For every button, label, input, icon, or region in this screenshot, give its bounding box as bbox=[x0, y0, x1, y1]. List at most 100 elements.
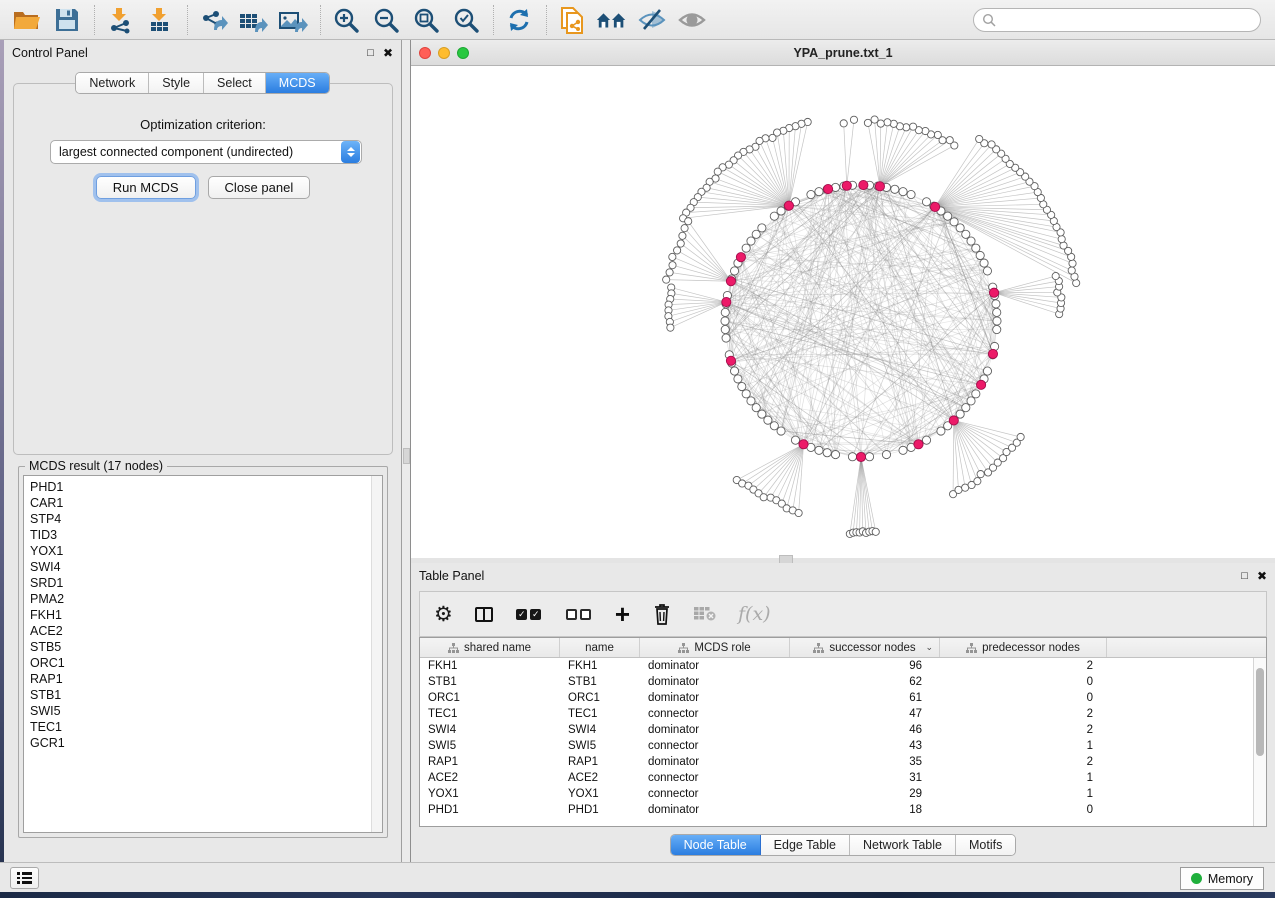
tab-style[interactable]: Style bbox=[149, 73, 204, 93]
leaf-node[interactable] bbox=[714, 168, 721, 175]
deselect-all-icon[interactable] bbox=[565, 599, 593, 629]
cell-predecessor_nodes[interactable]: 2 bbox=[940, 754, 1107, 770]
mcds-hub-node[interactable] bbox=[726, 277, 735, 286]
ring-node[interactable] bbox=[993, 325, 1001, 333]
cell-predecessor_nodes[interactable]: 0 bbox=[940, 674, 1107, 690]
mcds-result-item[interactable]: RAP1 bbox=[30, 671, 382, 687]
cell-predecessor_nodes[interactable]: 1 bbox=[940, 786, 1107, 802]
cell-successor_nodes[interactable]: 29 bbox=[790, 786, 940, 802]
leaf-node[interactable] bbox=[669, 262, 676, 269]
show-columns-icon[interactable] bbox=[475, 599, 493, 629]
ring-node[interactable] bbox=[721, 308, 729, 316]
cell-name[interactable]: PHD1 bbox=[560, 802, 640, 818]
ring-node[interactable] bbox=[980, 259, 988, 267]
leaf-node[interactable] bbox=[871, 116, 878, 123]
ring-node[interactable] bbox=[742, 390, 750, 398]
ring-node[interactable] bbox=[747, 237, 755, 245]
tab-network-table[interactable]: Network Table bbox=[850, 835, 956, 855]
leaf-node[interactable] bbox=[674, 247, 681, 254]
ring-node[interactable] bbox=[742, 244, 750, 252]
import-network-icon[interactable] bbox=[103, 4, 137, 36]
cell-mcds_role[interactable]: dominator bbox=[640, 754, 790, 770]
cell-mcds_role[interactable]: dominator bbox=[640, 690, 790, 706]
cell-name[interactable]: SWI5 bbox=[560, 738, 640, 754]
ring-node[interactable] bbox=[992, 300, 1000, 308]
table-row[interactable]: FKH1FKH1dominator962 bbox=[420, 658, 1266, 674]
export-network-icon[interactable] bbox=[196, 4, 230, 36]
mcds-list-scrollbar[interactable] bbox=[371, 476, 382, 832]
leaf-node[interactable] bbox=[1068, 267, 1075, 274]
mcds-hub-node[interactable] bbox=[930, 202, 939, 211]
cell-name[interactable]: STB1 bbox=[560, 674, 640, 690]
ring-node[interactable] bbox=[976, 251, 984, 259]
leaf-node[interactable] bbox=[909, 123, 916, 130]
ring-node[interactable] bbox=[983, 367, 991, 375]
mcds-hub-node[interactable] bbox=[722, 297, 731, 306]
ring-node[interactable] bbox=[972, 244, 980, 252]
cell-shared_name[interactable]: PHD1 bbox=[420, 802, 560, 818]
mcds-hub-node[interactable] bbox=[988, 349, 997, 358]
leaf-node[interactable] bbox=[884, 119, 891, 126]
leaf-node[interactable] bbox=[976, 135, 983, 142]
ring-node[interactable] bbox=[831, 450, 839, 458]
cell-shared_name[interactable]: SWI4 bbox=[420, 722, 560, 738]
float-panel-icon[interactable]: □ bbox=[367, 48, 374, 59]
ring-node[interactable] bbox=[721, 317, 729, 325]
ring-node[interactable] bbox=[899, 446, 907, 454]
node-table[interactable]: shared namenameMCDS rolesuccessor nodes⌄… bbox=[419, 637, 1267, 827]
task-history-button[interactable] bbox=[10, 867, 39, 889]
leaf-node[interactable] bbox=[1069, 260, 1076, 267]
tab-network[interactable]: Network bbox=[76, 73, 149, 93]
open-file-icon[interactable] bbox=[10, 4, 44, 36]
table-row[interactable]: ORC1ORC1dominator610 bbox=[420, 690, 1266, 706]
mcds-hub-node[interactable] bbox=[799, 440, 808, 449]
ring-node[interactable] bbox=[734, 375, 742, 383]
ring-node[interactable] bbox=[967, 397, 975, 405]
search-box[interactable] bbox=[973, 8, 1261, 32]
mcds-hub-node[interactable] bbox=[736, 253, 745, 262]
cell-successor_nodes[interactable]: 47 bbox=[790, 706, 940, 722]
zoom-in-icon[interactable] bbox=[329, 4, 363, 36]
cell-mcds_role[interactable]: dominator bbox=[640, 658, 790, 674]
mcds-result-item[interactable]: ACE2 bbox=[30, 623, 382, 639]
mcds-result-item[interactable]: STB5 bbox=[30, 639, 382, 655]
table-settings-icon[interactable]: ⚙ bbox=[434, 599, 453, 629]
network-window-titlebar[interactable]: YPA_prune.txt_1 bbox=[411, 40, 1275, 66]
cell-successor_nodes[interactable]: 43 bbox=[790, 738, 940, 754]
column-header-predecessor-nodes[interactable]: predecessor nodes bbox=[940, 638, 1107, 657]
cell-predecessor_nodes[interactable]: 2 bbox=[940, 722, 1107, 738]
ring-node[interactable] bbox=[972, 390, 980, 398]
ring-node[interactable] bbox=[891, 185, 899, 193]
cell-successor_nodes[interactable]: 31 bbox=[790, 770, 940, 786]
cell-predecessor_nodes[interactable]: 0 bbox=[940, 802, 1107, 818]
table-row[interactable]: SWI4SWI4dominator462 bbox=[420, 722, 1266, 738]
cell-successor_nodes[interactable]: 62 bbox=[790, 674, 940, 690]
splitter-handle[interactable] bbox=[403, 448, 410, 464]
ring-node[interactable] bbox=[815, 446, 823, 454]
leaf-node[interactable] bbox=[685, 218, 692, 225]
cell-shared_name[interactable]: TEC1 bbox=[420, 706, 560, 722]
mcds-result-item[interactable]: GCR1 bbox=[30, 735, 382, 751]
ring-node[interactable] bbox=[907, 190, 915, 198]
leaf-node[interactable] bbox=[872, 528, 879, 535]
leaf-node[interactable] bbox=[769, 134, 776, 141]
mcds-hub-node[interactable] bbox=[726, 356, 735, 365]
mcds-result-item[interactable]: SRD1 bbox=[30, 575, 382, 591]
cell-shared_name[interactable]: FKH1 bbox=[420, 658, 560, 674]
cell-predecessor_nodes[interactable]: 2 bbox=[940, 706, 1107, 722]
tab-select[interactable]: Select bbox=[204, 73, 266, 93]
cell-name[interactable]: ACE2 bbox=[560, 770, 640, 786]
mcds-result-item[interactable]: SWI5 bbox=[30, 703, 382, 719]
cell-mcds_role[interactable]: connector bbox=[640, 770, 790, 786]
search-input[interactable] bbox=[1000, 13, 1260, 27]
table-row[interactable]: STB1STB1dominator620 bbox=[420, 674, 1266, 690]
save-session-icon[interactable] bbox=[50, 4, 84, 36]
mcds-result-item[interactable]: FKH1 bbox=[30, 607, 382, 623]
tab-motifs[interactable]: Motifs bbox=[956, 835, 1015, 855]
table-row[interactable]: ACE2ACE2connector311 bbox=[420, 770, 1266, 786]
cell-predecessor_nodes[interactable]: 1 bbox=[940, 770, 1107, 786]
ring-node[interactable] bbox=[865, 453, 873, 461]
cell-shared_name[interactable]: STB1 bbox=[420, 674, 560, 690]
ring-node[interactable] bbox=[791, 436, 799, 444]
hide-selected-icon[interactable] bbox=[635, 4, 669, 36]
